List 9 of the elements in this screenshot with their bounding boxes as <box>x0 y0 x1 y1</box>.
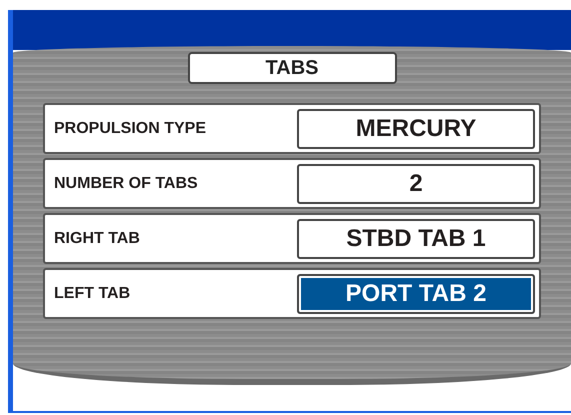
setting-label: RIGHT TAB <box>54 230 140 248</box>
setting-value[interactable]: MERCURY <box>297 108 535 148</box>
setting-value[interactable]: PORT TAB 2 <box>297 274 535 314</box>
screen-title: TABS <box>188 52 396 84</box>
setting-label: LEFT TAB <box>54 284 130 302</box>
setting-label: NUMBER OF TABS <box>54 174 198 192</box>
setting-value[interactable]: 2 <box>297 164 535 204</box>
setting-label: PROPULSION TYPE <box>54 120 206 138</box>
setting-value[interactable]: STBD TAB 1 <box>297 218 535 258</box>
